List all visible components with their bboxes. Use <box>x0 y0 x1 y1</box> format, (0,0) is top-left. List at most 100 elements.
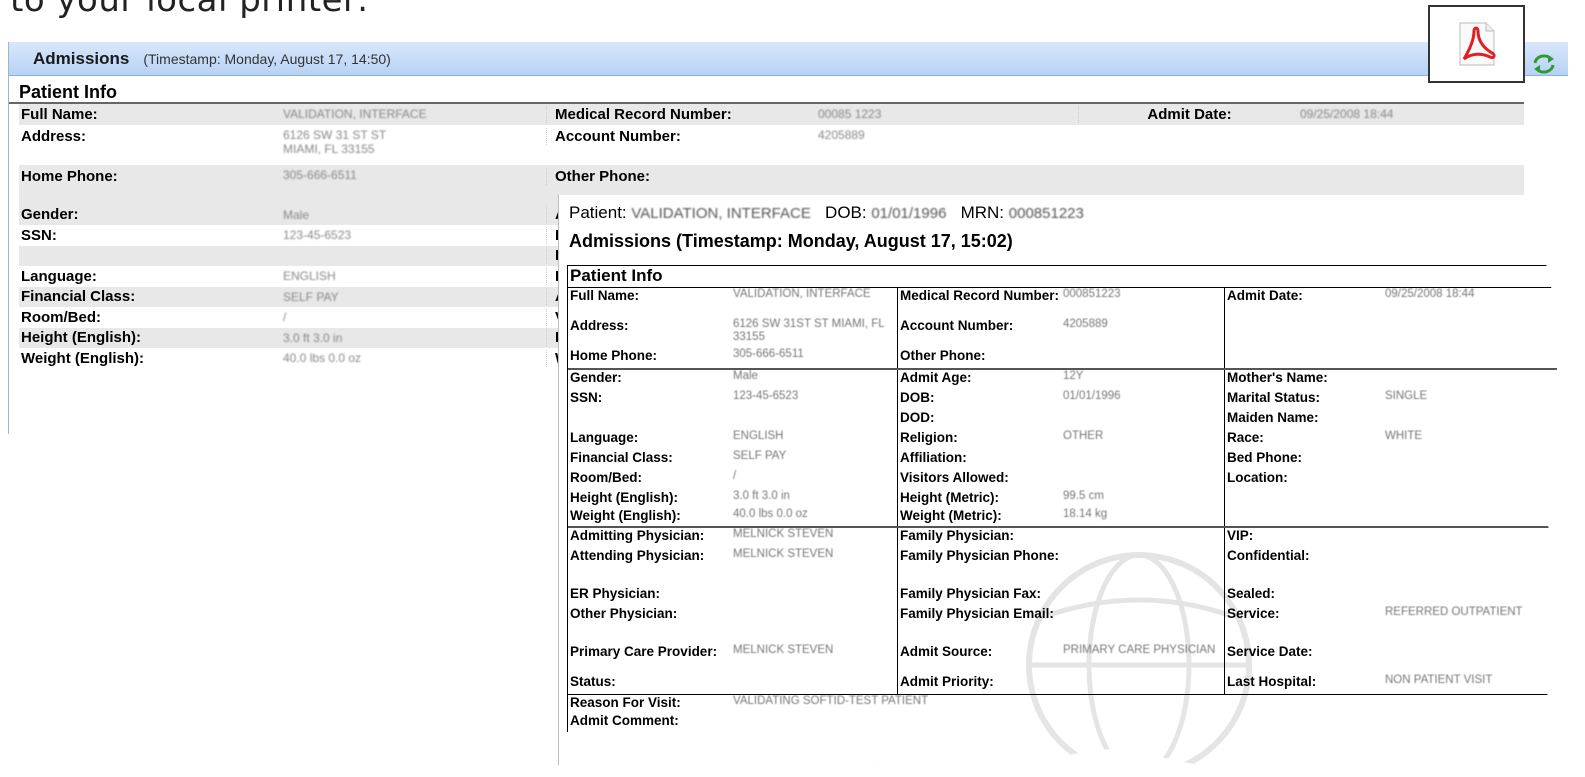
field-value: VALIDATION, INTERFACE <box>283 107 427 122</box>
field-value: Male <box>283 207 310 222</box>
print-field-row: Status: <box>568 674 897 694</box>
print-column: Gender: Male SSN: 123-45-6523 Language: ENGLI… <box>568 370 898 526</box>
print-column: Admit Date: 09/25/2008 18:44 <box>1225 288 1555 368</box>
field-value: 40.0 lbs 0.0 oz <box>283 351 362 366</box>
field-value: 3.0 ft 3.0 in <box>283 330 343 345</box>
print-field-row: Admit Date: 09/25/2008 18:44 <box>1225 288 1555 318</box>
print-field-row: Attending Physician: MELNICK STEVEN <box>568 548 897 586</box>
print-field-row: Family Physician Email: <box>898 606 1224 644</box>
print-field-label: Admit Priority: <box>900 674 994 689</box>
print-field-row: Admit Priority: <box>898 674 1224 694</box>
print-field-row: Admit Age: 12Y <box>898 370 1224 390</box>
print-field-label: Location: <box>1227 470 1288 485</box>
print-field-label: Attending Physician: <box>570 548 705 563</box>
print-field-label: Family Physician Phone: <box>900 548 1060 563</box>
print-field-value: 4205889 <box>1063 318 1108 330</box>
print-field-value: 40.0 lbs 0.0 oz <box>733 508 808 520</box>
print-field-row <box>1225 490 1555 508</box>
personal-details-block: Gender: Male SSN: 123-45-6523 Language: ENGLI… <box>568 368 1557 526</box>
print-field-row <box>1225 508 1555 526</box>
admit-comment-row: Admit Comment: <box>568 713 1557 732</box>
patient-dob: 01/01/1996 <box>871 205 947 222</box>
print-field-row: Family Physician Phone: <box>898 548 1224 586</box>
print-field-row: Full Name: VALIDATION, INTERFACE <box>568 288 897 318</box>
print-field-row: Room/Bed: / <box>568 470 897 490</box>
print-field-value: SINGLE <box>1385 390 1428 402</box>
field-label: Home Phone: <box>21 167 118 185</box>
field-value: 09/25/2008 18:44 <box>1300 107 1394 122</box>
print-field-label: Height (Metric): <box>900 490 999 505</box>
comment-value <box>733 713 1557 732</box>
field-value: SELF PAY <box>283 289 339 304</box>
print-field-value: MELNICK STEVEN <box>733 644 834 656</box>
patient-mrn: 000851223 <box>1008 205 1084 222</box>
print-field-label: Medical Record Number: <box>900 288 1060 303</box>
print-field-label: Religion: <box>900 430 958 445</box>
pdf-export-button[interactable] <box>1428 5 1525 83</box>
print-field-row: Service Date: <box>1225 644 1555 674</box>
print-field-value: 6126 SW 31ST ST MIAMI, FL 33155 <box>733 318 885 343</box>
field-label: Weight (English): <box>21 349 145 367</box>
print-field-row: Account Number: 4205889 <box>898 318 1224 348</box>
print-field-label: Maiden Name: <box>1227 410 1319 425</box>
print-field-row: Service: REFERRED OUTPATIENT <box>1225 606 1555 644</box>
print-field-value: PRIMARY CARE PHYSICIAN <box>1063 644 1216 656</box>
field-value: / <box>283 310 287 325</box>
patient-label: Patient: <box>569 203 627 222</box>
slide-caption: to your local printer: <box>10 0 369 20</box>
field-value: 123-45-6523 <box>283 228 352 243</box>
field-label: Medical Record Number: <box>546 105 816 123</box>
print-field-value: NON PATIENT VISIT <box>1385 674 1493 686</box>
print-field-row: Mother's Name: <box>1225 370 1555 390</box>
print-field-label: Room/Bed: <box>570 470 642 485</box>
field-label: Full Name: <box>21 105 98 123</box>
print-field-label: Primary Care Provider: <box>570 644 718 659</box>
print-field-value: 3.0 ft 3.0 in <box>733 490 790 502</box>
print-field-row: Family Physician: <box>898 528 1224 548</box>
field-label: SSN: <box>21 226 57 244</box>
print-field-value: 305-666-6511 <box>733 348 804 360</box>
print-field-label: Other Physician: <box>570 606 678 621</box>
print-field-value: 09/25/2008 18:44 <box>1385 288 1475 300</box>
print-field-value: 01/01/1996 <box>1063 390 1121 402</box>
print-patient-line: Patient: VALIDATION, INTERFACE DOB: 01/0… <box>569 203 1084 223</box>
print-field-label: Weight (Metric): <box>900 508 1002 523</box>
field-value: 4205889 <box>818 127 865 142</box>
field-label: Account Number: <box>546 127 816 145</box>
refresh-button[interactable] <box>1530 52 1558 76</box>
print-field-row: Weight (English): 40.0 lbs 0.0 oz <box>568 508 897 526</box>
print-column: Family Physician: Family Physician Phone:… <box>898 528 1225 694</box>
print-field-label: Language: <box>570 430 639 445</box>
comment-label: Admit Comment: <box>570 713 679 728</box>
print-field-label: Race: <box>1227 430 1264 445</box>
print-field-label: DOB: <box>900 390 935 405</box>
field-label: Address: <box>21 127 87 145</box>
print-field-value: Male <box>733 370 758 382</box>
print-admissions-title: Admissions (Timestamp: Monday, August 17… <box>569 231 1013 251</box>
print-field-label: Visitors Allowed: <box>900 470 1009 485</box>
print-field-row: Other Physician: <box>568 606 897 644</box>
patient-name: VALIDATION, INTERFACE <box>631 205 811 222</box>
print-field-value: VALIDATION, INTERFACE <box>733 288 871 300</box>
print-field-label: Gender: <box>570 370 622 385</box>
print-field-label: Admit Source: <box>900 644 993 659</box>
mrn-label: MRN: <box>960 203 1005 222</box>
field-label: Other Phone: <box>546 167 816 185</box>
print-field-label: Confidential: <box>1227 548 1310 563</box>
print-field-row: Maiden Name: <box>1225 410 1555 430</box>
print-field-value: / <box>733 470 737 482</box>
print-field-row: Height (English): 3.0 ft 3.0 in <box>568 490 897 508</box>
print-field-row <box>568 410 897 430</box>
print-field-value: MELNICK STEVEN <box>733 528 834 540</box>
field-value: 305-666-6511 <box>283 167 357 182</box>
field-label: Admit Date: <box>1078 105 1298 123</box>
print-field-label: VIP: <box>1227 528 1254 543</box>
print-column: Admit Age: 12Y DOB: 01/01/1996 DOD: Religion:… <box>898 370 1225 526</box>
field-value: 00085 1223 <box>818 107 882 122</box>
print-field-label: Home Phone: <box>570 348 658 363</box>
print-field-value: 123-45-6523 <box>733 390 799 402</box>
print-field-label: SSN: <box>570 390 603 405</box>
print-field-row: Location: <box>1225 470 1555 490</box>
print-field-value: 99.5 cm <box>1063 490 1104 502</box>
print-field-row: Address: 6126 SW 31ST ST MIAMI, FL 33155 <box>568 318 897 348</box>
